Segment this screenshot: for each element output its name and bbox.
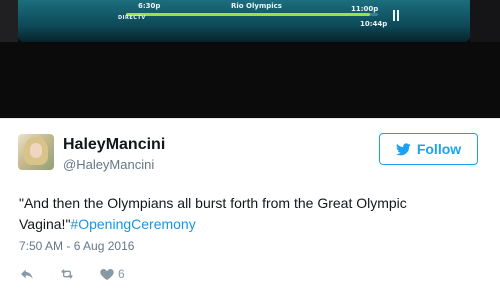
retweet-icon <box>61 269 73 279</box>
tweet-actions: 6 <box>19 264 149 284</box>
tv-current-time: 10:44p <box>360 20 388 28</box>
pause-icon <box>392 10 400 21</box>
hashtag-link[interactable]: #OpeningCeremony <box>70 216 195 232</box>
reply-button[interactable] <box>19 266 35 282</box>
tweet-card: HaleyMancini @HaleyMancini Follow "And t… <box>0 118 500 300</box>
user-display-name[interactable]: HaleyMancini <box>63 136 165 154</box>
tv-progress-fill <box>126 13 371 16</box>
tv-program-title: Rio Olympics <box>231 2 282 10</box>
tweet-timestamp[interactable]: 7:50 AM - 6 Aug 2016 <box>19 239 134 253</box>
follow-label: Follow <box>416 141 462 157</box>
user-handle[interactable]: @HaleyMancini <box>63 157 154 172</box>
tv-guide-banner: 6:30p Rio Olympics 11:00p DIRECTV 10:44p <box>18 0 470 42</box>
twitter-bird-icon <box>395 142 411 155</box>
heart-icon <box>100 269 114 280</box>
tv-brand-logo: DIRECTV <box>118 15 146 21</box>
follow-button[interactable]: Follow <box>379 133 478 165</box>
like-count: 6 <box>118 267 125 281</box>
tv-screen-photo: 6:30p Rio Olympics 11:00p DIRECTV 10:44p <box>0 0 500 118</box>
reply-icon <box>21 269 33 279</box>
like-button[interactable]: 6 <box>99 266 125 282</box>
avatar[interactable] <box>18 134 54 170</box>
screen-bezel-right <box>470 0 500 42</box>
screen-bezel-left <box>0 0 18 42</box>
tv-start-time: 6:30p <box>138 2 161 10</box>
tv-end-time: 11:00p <box>351 5 379 13</box>
tweet-text: "And then the Olympians all burst forth … <box>19 193 479 235</box>
retweet-button[interactable] <box>59 266 75 282</box>
tv-progress-bar <box>126 13 378 16</box>
